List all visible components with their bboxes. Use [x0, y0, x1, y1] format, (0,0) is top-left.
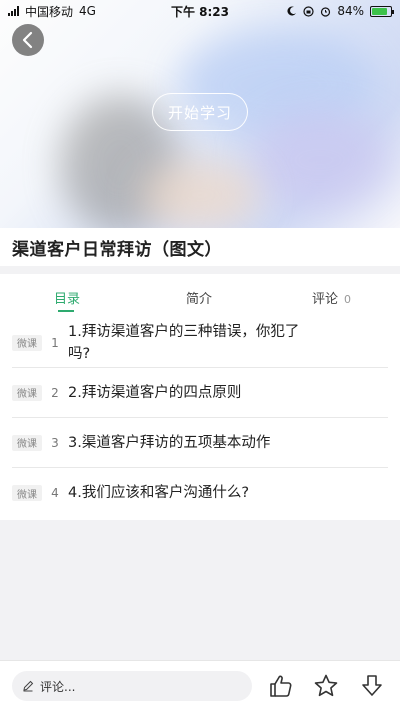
- tab-comments[interactable]: 评论 0: [312, 288, 351, 307]
- comment-input[interactable]: 评论...: [12, 671, 252, 701]
- battery-percent: 84%: [337, 4, 364, 18]
- back-button[interactable]: [12, 24, 44, 56]
- course-title: 渠道客户日常拜访（图文）: [12, 240, 222, 260]
- lesson-type-badge: 微课: [12, 334, 42, 351]
- alarm-icon: [321, 6, 331, 17]
- tab-label: 评论: [312, 292, 339, 307]
- comment-count: 0: [344, 293, 352, 306]
- signal-icon: [8, 6, 19, 16]
- lesson-item[interactable]: 微课 1 1.拜访渠道客户的三种错误，你犯了吗?: [12, 318, 388, 368]
- lesson-item[interactable]: 微课 4 4.我们应该和客户沟通什么?: [12, 468, 388, 518]
- tab-catalog[interactable]: 目录: [54, 288, 80, 307]
- chevron-left-icon: [22, 31, 33, 49]
- tab-label: 简介: [186, 292, 213, 307]
- lesson-item[interactable]: 微课 3 3.渠道客户拜访的五项基本动作: [12, 418, 388, 468]
- carrier-label: 中国移动: [25, 4, 74, 19]
- lesson-number: 2: [51, 385, 59, 400]
- lesson-number: 1: [51, 335, 59, 350]
- bottom-action-bar: 评论...: [0, 660, 400, 710]
- lesson-type-badge: 微课: [12, 384, 42, 401]
- lock-rotation-icon: [303, 5, 314, 17]
- lesson-title: 1.拜访渠道客户的三种错误，你犯了吗?: [68, 323, 300, 362]
- comment-placeholder: 评论...: [40, 679, 76, 694]
- course-cover-banner: 开始学习: [0, 0, 400, 228]
- cover-image-blur: [250, 110, 390, 210]
- cover-image-blur: [140, 160, 260, 228]
- active-tab-indicator: [58, 310, 74, 312]
- network-label: 4G: [79, 4, 96, 18]
- lesson-number: 3: [51, 435, 59, 450]
- tab-bar: 目录 简介 评论 0: [0, 274, 400, 318]
- course-content: 目录 简介 评论 0 微课 1 1.拜访渠道客户的三种错误，你犯了吗? 微课 2 …: [0, 274, 400, 520]
- status-bar: 中国移动 4G 下午 8:23 84%: [0, 0, 400, 22]
- pencil-icon: [23, 680, 34, 692]
- lesson-item[interactable]: 微课 2 2.拜访渠道客户的四点原则: [12, 368, 388, 418]
- battery-icon: [370, 5, 394, 17]
- lesson-type-badge: 微课: [12, 485, 42, 501]
- start-learning-button[interactable]: 开始学习: [152, 93, 248, 131]
- lesson-title: 2.拜访渠道客户的四点原则: [68, 384, 242, 401]
- lesson-type-badge: 微课: [12, 434, 42, 451]
- tab-intro[interactable]: 简介: [186, 288, 212, 307]
- course-title-area: 渠道客户日常拜访（图文）: [0, 228, 400, 266]
- moon-icon: [287, 6, 297, 16]
- tab-label: 目录: [54, 292, 81, 307]
- battery-level: [372, 7, 388, 15]
- download-icon[interactable]: [359, 673, 385, 699]
- lesson-title: 3.渠道客户拜访的五项基本动作: [68, 434, 271, 451]
- lesson-title: 4.我们应该和客户沟通什么?: [68, 485, 250, 501]
- lesson-number: 4: [51, 486, 59, 500]
- star-icon[interactable]: [313, 673, 339, 699]
- like-icon[interactable]: [268, 673, 294, 699]
